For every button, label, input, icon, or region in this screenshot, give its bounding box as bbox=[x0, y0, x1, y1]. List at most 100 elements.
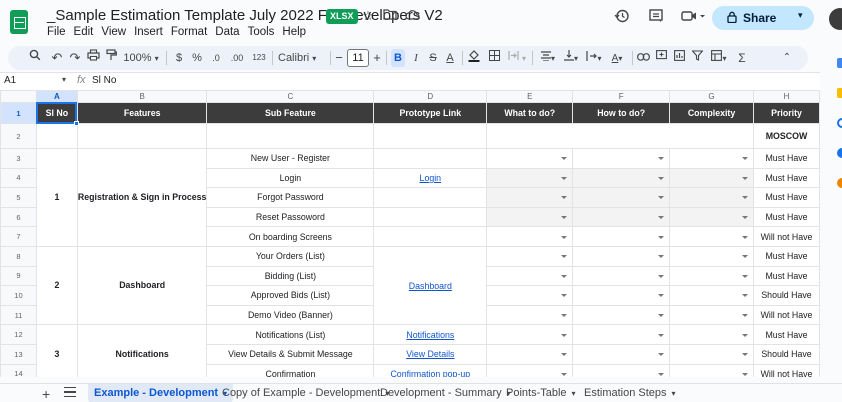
priority-cell[interactable]: Will not Have bbox=[753, 226, 820, 247]
row-header[interactable]: 14 bbox=[0, 363, 37, 377]
row-header[interactable]: 5 bbox=[0, 187, 37, 208]
add-sheet-icon[interactable]: + bbox=[42, 386, 50, 402]
dropdown-cell[interactable] bbox=[669, 363, 754, 377]
column-header[interactable]: G bbox=[669, 90, 754, 103]
sheet-tab[interactable]: Estimation Steps ▾ bbox=[578, 384, 682, 402]
dropdown-cell[interactable] bbox=[486, 206, 574, 228]
dropdown-cell[interactable] bbox=[486, 148, 574, 169]
functions-button[interactable]: Σ bbox=[736, 49, 748, 67]
cell[interactable] bbox=[76, 123, 208, 149]
dropdown-cell[interactable] bbox=[669, 226, 754, 247]
chevron-up-icon[interactable]: ⌃ bbox=[780, 49, 794, 67]
feature-cell[interactable]: Notifications bbox=[76, 324, 208, 377]
video-call-icon[interactable] bbox=[680, 8, 705, 28]
dropdown-cell[interactable] bbox=[572, 324, 671, 345]
dropdown-cell[interactable] bbox=[486, 343, 574, 365]
comment-icon[interactable] bbox=[646, 8, 666, 28]
keep-icon[interactable] bbox=[837, 88, 842, 98]
sub-feature-cell[interactable]: Approved Bids (List) bbox=[206, 285, 375, 306]
dropdown-cell[interactable] bbox=[572, 285, 671, 306]
row-header[interactable]: 9 bbox=[0, 265, 37, 287]
dropdown-cell[interactable] bbox=[669, 245, 754, 267]
vertical-align-icon[interactable]: ▾ bbox=[560, 49, 582, 67]
priority-cell[interactable]: Must Have bbox=[753, 167, 820, 189]
prototype-link-cell[interactable]: Dashboard bbox=[373, 245, 488, 326]
currency-format-button[interactable]: $ bbox=[174, 49, 184, 67]
text-color-button[interactable]: A bbox=[444, 49, 456, 67]
dropdown-cell[interactable] bbox=[572, 343, 671, 365]
sub-feature-cell[interactable]: Notifications (List) bbox=[206, 324, 375, 345]
prototype-link-cell[interactable]: Login bbox=[373, 167, 488, 189]
row-header[interactable]: 3 bbox=[0, 148, 37, 169]
print-icon[interactable] bbox=[86, 49, 100, 67]
menu-help[interactable]: Help bbox=[282, 26, 310, 38]
menu-format[interactable]: Format bbox=[171, 26, 211, 38]
menu-data[interactable]: Data bbox=[215, 26, 243, 38]
serial-number-cell[interactable]: 2 bbox=[35, 245, 78, 326]
strikethrough-button[interactable]: S bbox=[427, 49, 439, 67]
dropdown-cell[interactable] bbox=[486, 265, 574, 287]
dropdown-cell[interactable] bbox=[572, 304, 671, 326]
priority-cell[interactable]: Must Have bbox=[753, 265, 820, 287]
fill-handle[interactable] bbox=[74, 121, 79, 126]
text-rotation-icon[interactable]: A▾ bbox=[606, 49, 628, 67]
prototype-link-cell[interactable]: View Details bbox=[373, 343, 488, 365]
dropdown-cell[interactable] bbox=[669, 206, 754, 228]
priority-cell[interactable]: Should Have bbox=[753, 285, 820, 306]
dropdown-cell[interactable] bbox=[669, 265, 754, 287]
folder-icon[interactable] bbox=[382, 8, 398, 24]
cell[interactable] bbox=[486, 123, 754, 149]
row-header[interactable]: 10 bbox=[0, 285, 37, 306]
menu-file[interactable]: File bbox=[47, 26, 70, 38]
serial-number-cell[interactable]: 1 bbox=[35, 148, 78, 247]
dropdown-cell[interactable] bbox=[669, 187, 754, 208]
link-icon[interactable] bbox=[636, 49, 650, 67]
dropdown-cell[interactable] bbox=[486, 324, 574, 345]
chevron-down-icon[interactable]: ▾ bbox=[572, 389, 576, 398]
row-header[interactable]: 13 bbox=[0, 343, 37, 365]
dropdown-cell[interactable] bbox=[572, 167, 671, 189]
header-cell[interactable]: What to do? bbox=[486, 102, 574, 124]
row-header[interactable]: 4 bbox=[0, 167, 37, 189]
cloud-icon[interactable] bbox=[404, 8, 420, 24]
sub-feature-cell[interactable]: New User - Register bbox=[206, 148, 375, 169]
chevron-down-icon[interactable]: ▾ bbox=[62, 75, 66, 84]
decrease-decimal-button[interactable]: .0 bbox=[207, 49, 225, 67]
sub-feature-cell[interactable]: Your Orders (List) bbox=[206, 245, 375, 267]
sub-feature-cell[interactable]: Login bbox=[206, 167, 375, 189]
prototype-link-cell[interactable]: Confirmation pop-up bbox=[373, 363, 488, 377]
history-icon[interactable] bbox=[612, 8, 632, 28]
merge-icon[interactable]: ▾ bbox=[507, 49, 527, 67]
priority-cell[interactable]: Will not Have bbox=[753, 304, 820, 326]
dropdown-cell[interactable] bbox=[486, 245, 574, 267]
sheet-tab[interactable]: Development - Summary ▾ bbox=[374, 384, 517, 402]
percent-format-button[interactable]: % bbox=[191, 49, 203, 67]
sub-feature-cell[interactable]: Demo Video (Banner) bbox=[206, 304, 375, 326]
all-sheets-icon[interactable] bbox=[64, 387, 76, 397]
feature-cell[interactable]: Dashboard bbox=[76, 245, 208, 326]
star-icon[interactable]: ☆ bbox=[360, 8, 376, 24]
sub-feature-cell[interactable]: Forgot Password bbox=[206, 187, 375, 208]
zoom-select[interactable]: 100% ▾ bbox=[123, 49, 159, 67]
column-header[interactable]: D bbox=[373, 90, 488, 103]
chevron-down-icon[interactable]: ▾ bbox=[798, 10, 803, 21]
priority-cell[interactable]: Must Have bbox=[753, 324, 820, 345]
column-header[interactable]: C bbox=[206, 90, 375, 103]
insert-comment-icon[interactable] bbox=[654, 49, 668, 67]
increase-decimal-button[interactable]: .00 bbox=[227, 49, 247, 67]
header-cell[interactable]: Prototype Link bbox=[373, 102, 488, 124]
redo-icon[interactable]: ↷ bbox=[68, 49, 82, 67]
column-header[interactable]: H bbox=[753, 90, 820, 103]
borders-icon[interactable] bbox=[487, 49, 501, 67]
row-header[interactable]: 12 bbox=[0, 324, 37, 345]
share-button[interactable]: Share ▾ bbox=[712, 6, 814, 30]
dropdown-cell[interactable] bbox=[669, 167, 754, 189]
dropdown-cell[interactable] bbox=[572, 363, 671, 377]
sub-feature-cell[interactable]: Reset Passoword bbox=[206, 206, 375, 228]
priority-cell[interactable]: Should Have bbox=[753, 343, 820, 365]
select-all-corner[interactable] bbox=[0, 90, 37, 103]
italic-button[interactable]: I bbox=[410, 49, 422, 67]
prototype-link-cell[interactable] bbox=[373, 148, 488, 169]
cell[interactable] bbox=[35, 123, 78, 149]
column-header[interactable]: A bbox=[35, 90, 78, 103]
